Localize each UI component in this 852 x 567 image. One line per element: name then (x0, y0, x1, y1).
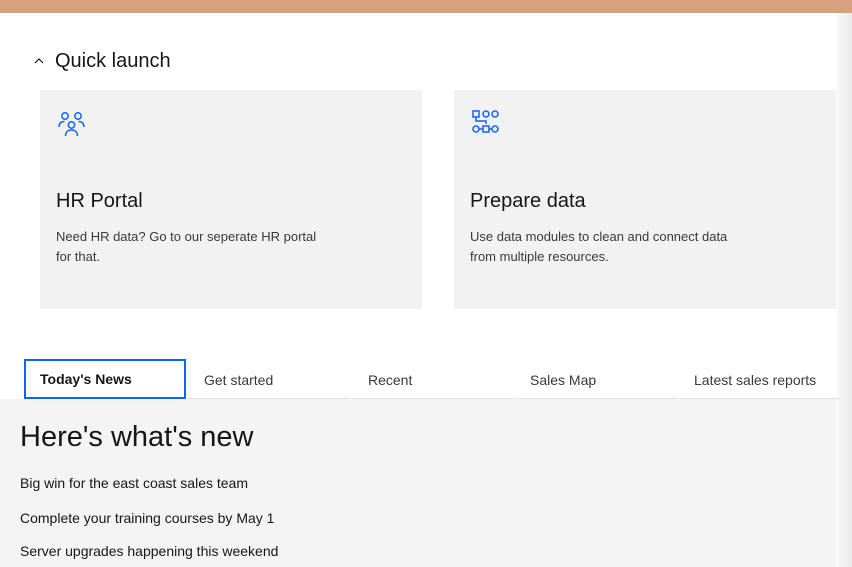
tab-recent[interactable]: Recent (352, 359, 514, 399)
card-description: Need HR data? Go to our seperate HR port… (56, 229, 317, 264)
news-heading: Here's what's new (20, 421, 254, 453)
tab-sales-map[interactable]: Sales Map (516, 359, 678, 399)
card-title: HR Portal (56, 190, 143, 212)
data-flow-icon (472, 110, 499, 133)
page-edge-shadow (836, 13, 852, 567)
tab-todays-news[interactable]: Today's News (24, 359, 186, 399)
prepare-data-card[interactable]: Prepare data Use data modules to clean a… (454, 90, 836, 309)
news-item: Complete your training courses by May 1 (20, 510, 275, 526)
tab-get-started[interactable]: Get started (188, 359, 350, 399)
news-item: Server upgrades happening this weekend (20, 543, 279, 559)
user-group-icon (58, 112, 85, 137)
card-title: Prepare data (470, 190, 586, 212)
quick-launch-heading: Quick launch (55, 49, 171, 72)
news-panel: Here's what's new Big win for the east c… (0, 399, 836, 567)
news-item: Big win for the east coast sales team (20, 475, 248, 491)
card-description: Use data modules to clean and connect da… (470, 229, 728, 264)
quick-launch-toggle[interactable]: Quick launch (31, 48, 171, 74)
hr-portal-card[interactable]: HR Portal Need HR data? Go to our sepera… (40, 90, 422, 309)
chevron-up-icon (34, 58, 44, 64)
top-banner (0, 0, 852, 13)
content-tabs: Today's News Get started Recent Sales Ma… (24, 359, 840, 399)
tab-latest-sales-reports[interactable]: Latest sales reports (680, 359, 840, 399)
